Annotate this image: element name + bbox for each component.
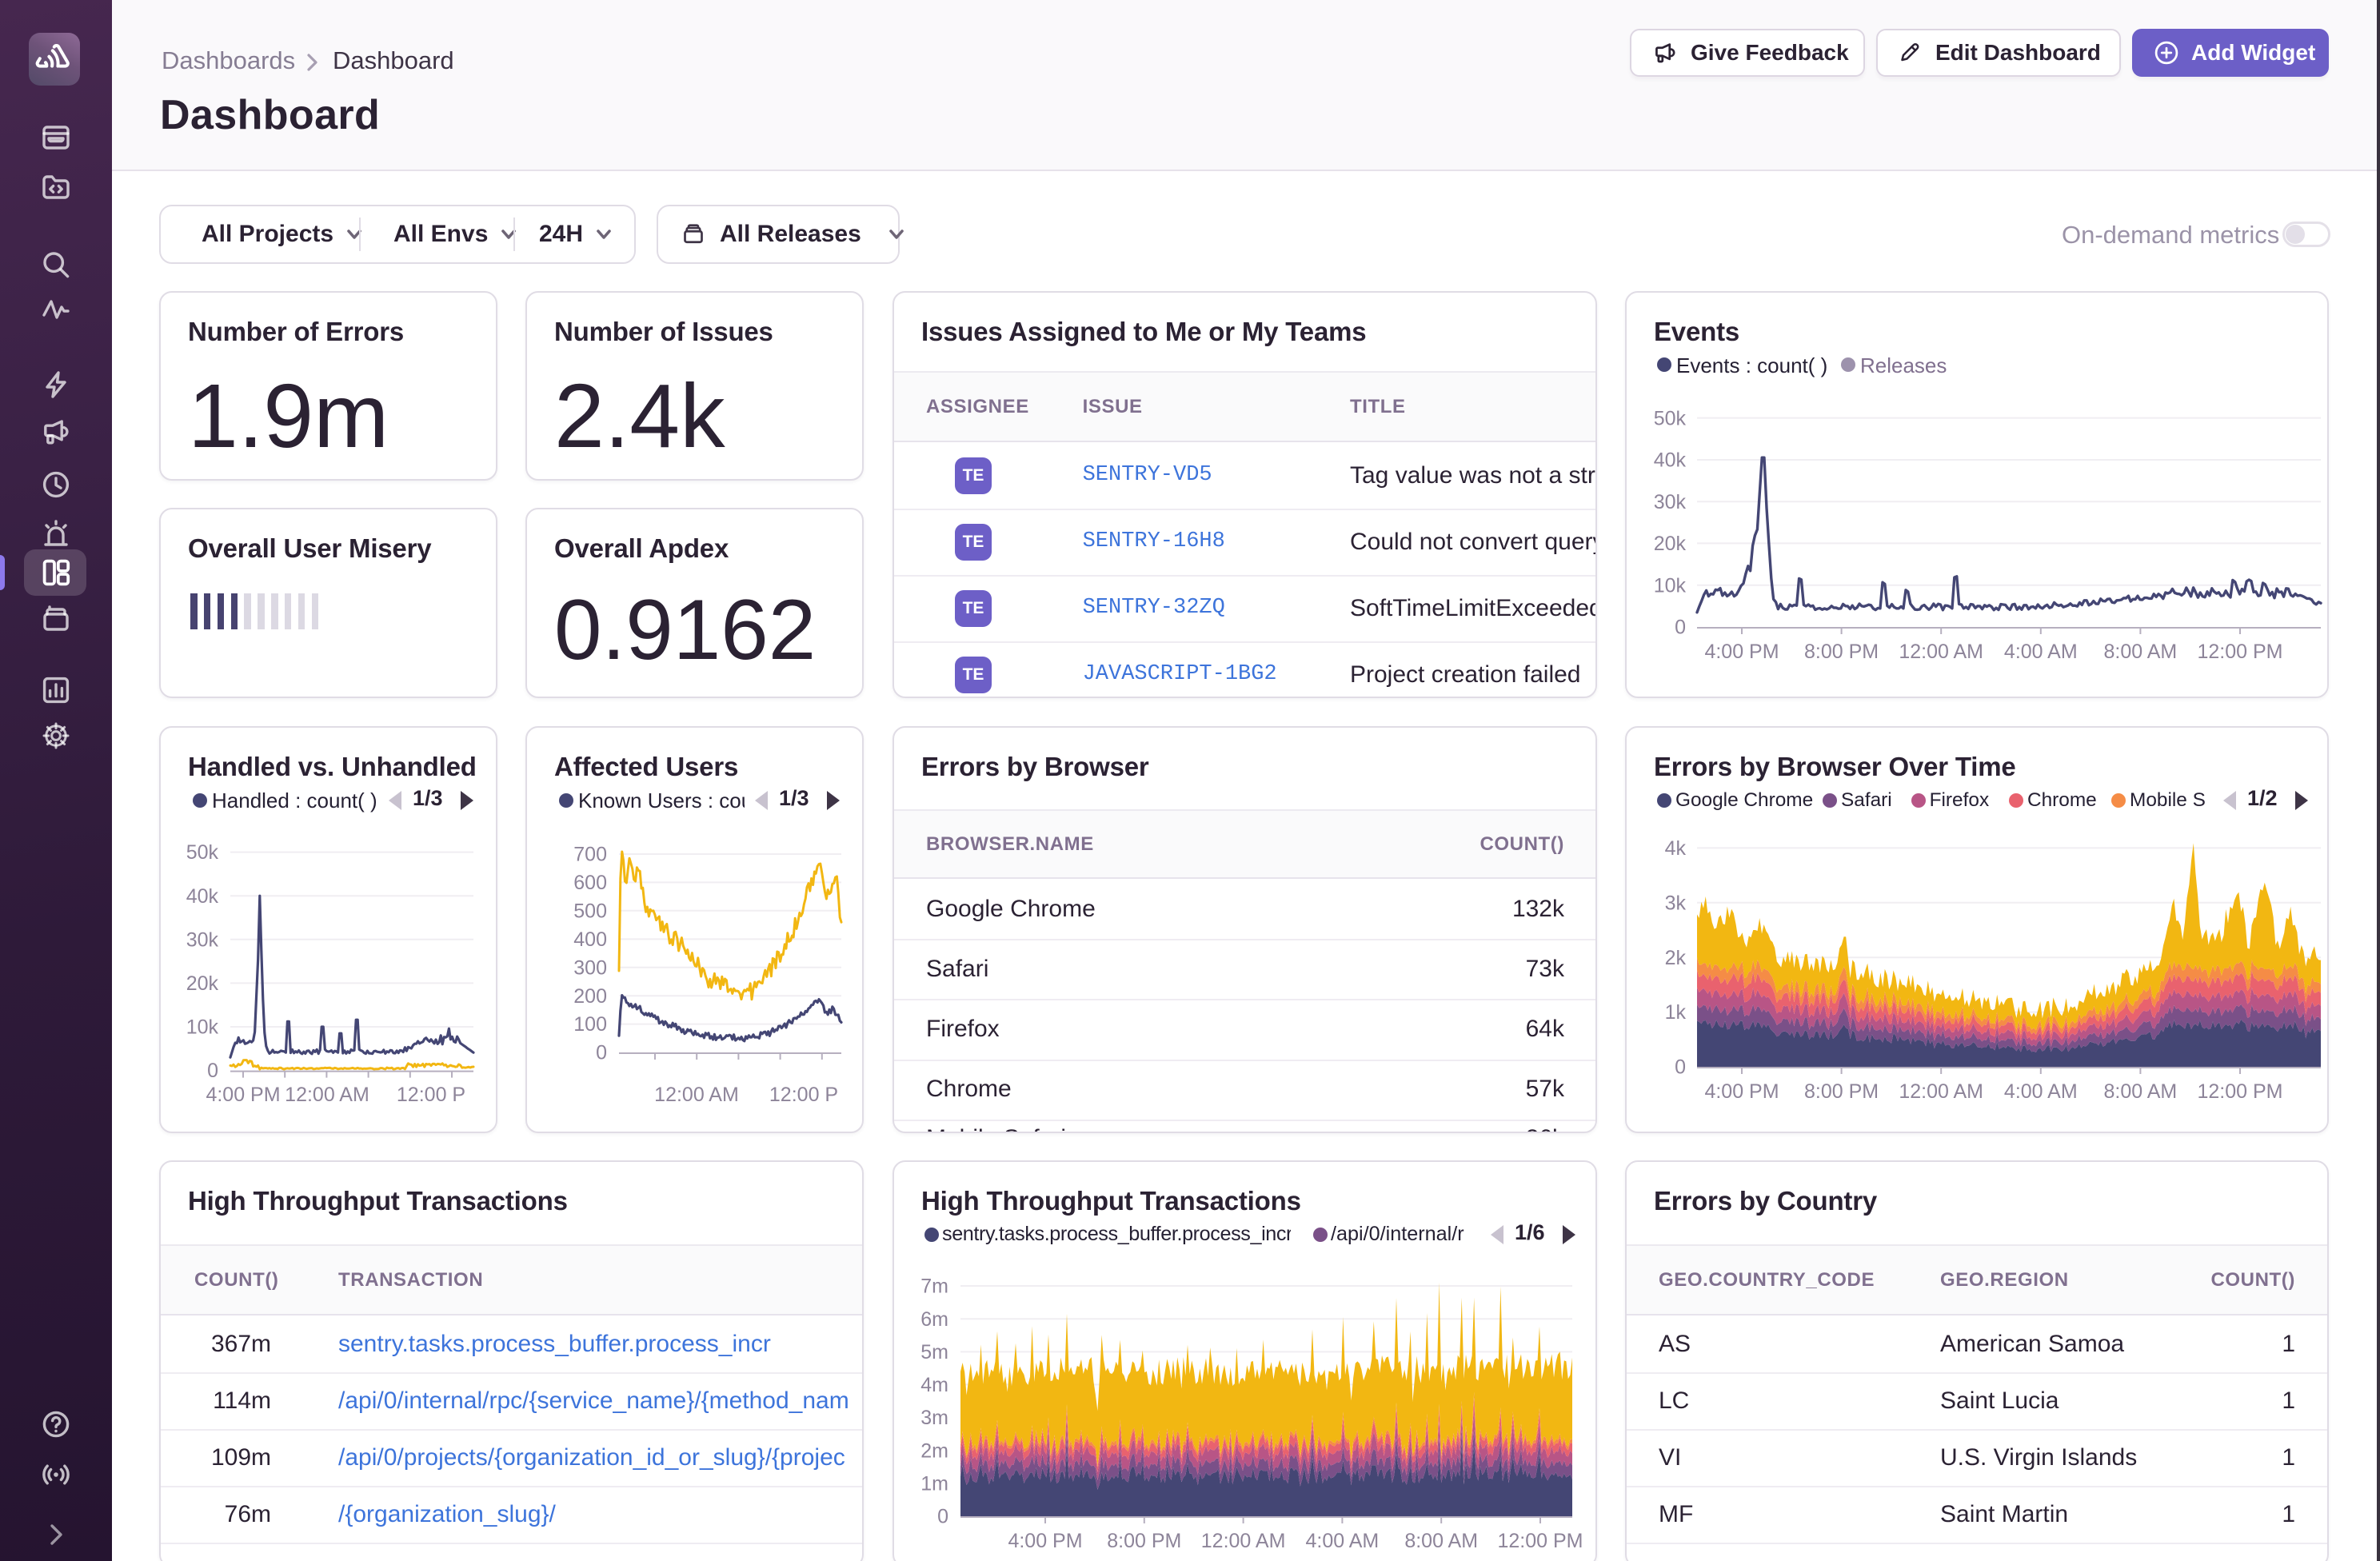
svg-text:200: 200 (573, 985, 607, 1008)
svg-text:700: 700 (573, 844, 607, 866)
svg-text:4m: 4m (920, 1374, 948, 1396)
svg-text:12:00 AM: 12:00 AM (654, 1084, 739, 1106)
svg-text:2k: 2k (1665, 947, 1687, 969)
svg-text:4:00 PM: 4:00 PM (1704, 641, 1779, 663)
svg-text:0: 0 (1675, 617, 1686, 639)
svg-text:400: 400 (573, 928, 607, 951)
svg-text:3m: 3m (920, 1407, 948, 1429)
svg-text:8:00 AM: 8:00 AM (2104, 1080, 2178, 1103)
svg-text:12:00 PM: 12:00 PM (2197, 1080, 2282, 1103)
svg-text:4:00 AM: 4:00 AM (2004, 1080, 2078, 1103)
svg-text:8:00 PM: 8:00 PM (1804, 641, 1879, 663)
svg-text:4k: 4k (1665, 837, 1687, 860)
svg-text:20k: 20k (1654, 533, 1687, 555)
svg-text:8:00 PM: 8:00 PM (1107, 1530, 1181, 1552)
svg-text:4:00 AM: 4:00 AM (1306, 1530, 1380, 1552)
svg-text:12:00 PM: 12:00 PM (1497, 1530, 1583, 1552)
svg-text:40k: 40k (186, 885, 219, 908)
svg-text:6m: 6m (920, 1308, 948, 1331)
svg-text:4:00 PM: 4:00 PM (1008, 1530, 1082, 1552)
svg-text:10k: 10k (1654, 574, 1687, 597)
svg-text:12:00 AM: 12:00 AM (1899, 1080, 1983, 1103)
svg-text:5m: 5m (920, 1341, 948, 1363)
svg-text:30k: 30k (1654, 491, 1687, 513)
svg-text:12:00 AM: 12:00 AM (1899, 641, 1983, 663)
svg-text:12:00 AM: 12:00 AM (1201, 1530, 1286, 1552)
svg-text:100: 100 (573, 1013, 607, 1036)
svg-text:0: 0 (937, 1506, 948, 1528)
svg-text:600: 600 (573, 872, 607, 894)
svg-text:1k: 1k (1665, 1001, 1687, 1024)
svg-text:1m: 1m (920, 1472, 948, 1495)
svg-text:12:00 PM: 12:00 PM (2197, 641, 2282, 663)
svg-text:0: 0 (207, 1060, 218, 1082)
svg-text:12:00 P: 12:00 P (769, 1084, 838, 1106)
svg-text:500: 500 (573, 900, 607, 923)
svg-text:2m: 2m (920, 1439, 948, 1462)
svg-text:4:00 PM: 4:00 PM (1704, 1080, 1779, 1103)
svg-text:8:00 AM: 8:00 AM (1404, 1530, 1478, 1552)
svg-text:0: 0 (596, 1042, 607, 1064)
svg-text:10k: 10k (186, 1016, 219, 1039)
svg-text:4:00 AM: 4:00 AM (2004, 641, 2078, 663)
svg-text:50k: 50k (186, 841, 219, 864)
svg-text:8:00 PM: 8:00 PM (1804, 1080, 1879, 1103)
svg-text:7m: 7m (920, 1276, 948, 1298)
svg-text:30k: 30k (186, 928, 219, 951)
svg-text:300: 300 (573, 956, 607, 979)
svg-text:12:00 P: 12:00 P (397, 1084, 465, 1106)
svg-text:20k: 20k (186, 972, 219, 995)
svg-text:50k: 50k (1654, 407, 1687, 429)
svg-text:0: 0 (1675, 1056, 1686, 1079)
svg-text:8:00 AM: 8:00 AM (2104, 641, 2178, 663)
svg-text:4:00 PM: 4:00 PM (206, 1084, 280, 1106)
svg-text:3k: 3k (1665, 892, 1687, 914)
svg-text:40k: 40k (1654, 449, 1687, 472)
svg-text:12:00 AM: 12:00 AM (285, 1084, 369, 1106)
